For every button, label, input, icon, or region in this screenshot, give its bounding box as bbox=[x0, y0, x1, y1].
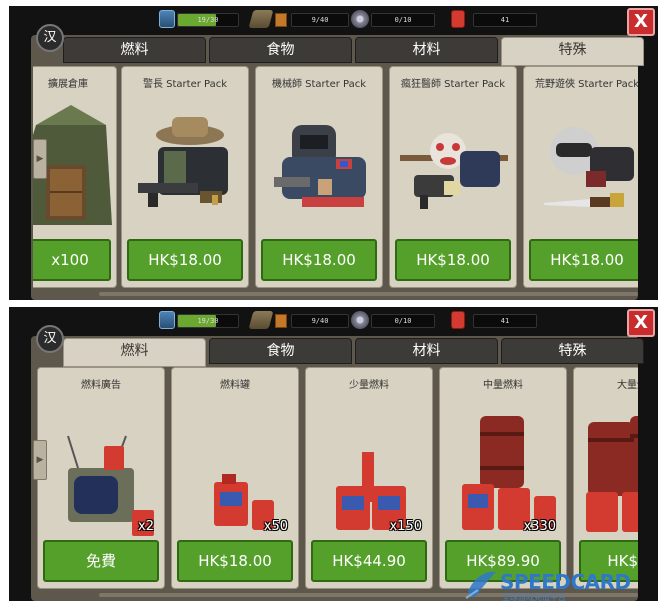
product-title: 警長 Starter Pack bbox=[142, 79, 228, 90]
product-title: 燃料廣告 bbox=[81, 380, 121, 391]
fuel-ad-icon: x2 bbox=[44, 396, 158, 536]
product-card[interactable]: 荒野遊俠 Starter Pack HK$18.00 bbox=[523, 66, 638, 288]
price-button[interactable]: HK$18.00 bbox=[177, 540, 293, 582]
watermark-brand: SPEEDCARD bbox=[500, 570, 631, 594]
quantity-label: x150 bbox=[389, 519, 422, 534]
price-button[interactable]: x100 bbox=[33, 239, 111, 281]
wood-icon bbox=[248, 10, 274, 28]
product-title: 荒野遊俠 Starter Pack bbox=[534, 79, 638, 90]
product-card[interactable]: 大量燃料 HK$179 bbox=[573, 367, 638, 589]
medium-fuel-icon: x330 bbox=[446, 396, 560, 536]
category-tabs: 燃料 食物 材料 特殊 bbox=[63, 37, 645, 66]
tab-materials[interactable]: 材料 bbox=[355, 37, 498, 63]
small-fuel-icon: x150 bbox=[312, 396, 426, 536]
parts-value: 0/10 bbox=[394, 16, 412, 24]
price-button[interactable]: HK$18.00 bbox=[529, 239, 638, 281]
fuel-value: 41 bbox=[500, 317, 510, 325]
price-button[interactable]: HK$18.00 bbox=[395, 239, 511, 281]
product-card[interactable]: 瘋狂醫師 Starter Pack HK$18.00 bbox=[389, 66, 517, 288]
price-button[interactable]: HK$18.00 bbox=[261, 239, 377, 281]
water-value: 19/30 bbox=[197, 317, 219, 325]
shop-panel-special: 19/30 9/40 0/10 41 X 汉 燃料 食物 材料 特殊 ▶ 擴展倉… bbox=[9, 6, 658, 300]
tab-materials[interactable]: 材料 bbox=[355, 338, 498, 364]
price-button[interactable]: HK$18.00 bbox=[127, 239, 243, 281]
fuel-can-icon bbox=[451, 311, 465, 329]
product-card[interactable]: 警長 Starter Pack HK$18.00 bbox=[121, 66, 249, 288]
product-title: 大量燃料 bbox=[617, 380, 638, 391]
crazy-doctor-pack-icon bbox=[396, 95, 510, 235]
fuel-can-icon: x50 bbox=[178, 396, 292, 536]
product-card[interactable]: 燃料廣告 x2 免費 bbox=[37, 367, 165, 589]
quantity-label: x2 bbox=[138, 519, 154, 534]
tab-food[interactable]: 食物 bbox=[209, 338, 352, 364]
category-tabs: 燃料 食物 材料 特殊 bbox=[63, 338, 645, 367]
quantity-label: x330 bbox=[523, 519, 556, 534]
resource-bar: 19/30 9/40 0/10 41 bbox=[155, 311, 612, 331]
materials-value: 9/40 bbox=[311, 16, 329, 24]
product-title: 擴展倉庫 bbox=[48, 79, 88, 90]
mechanic-pack-icon bbox=[262, 95, 376, 235]
crate-icon bbox=[275, 314, 287, 328]
fuel-value: 41 bbox=[500, 16, 510, 24]
product-title: 中量燃料 bbox=[483, 380, 523, 391]
product-card[interactable]: 中量燃料 x330 HK$89.90 bbox=[439, 367, 567, 589]
speedcard-watermark: SPEEDCARD 全球游戏充值平台 bbox=[464, 566, 660, 606]
gear-icon bbox=[351, 311, 369, 329]
crate-icon bbox=[275, 13, 287, 27]
gear-icon bbox=[351, 10, 369, 28]
product-list: 燃料廣告 x2 免費 燃料罐 x50 HK$18.00 少量燃料 x150 HK… bbox=[33, 367, 638, 592]
shop-panel-fuel: 19/30 9/40 0/10 41 X 汉 燃料 食物 材料 特殊 ▶ 燃料廣… bbox=[9, 307, 658, 601]
close-button[interactable]: X bbox=[627, 309, 655, 337]
tab-fuel[interactable]: 燃料 bbox=[63, 37, 206, 63]
price-button[interactable]: HK$44.90 bbox=[311, 540, 427, 582]
wood-icon bbox=[248, 311, 274, 329]
tab-special[interactable]: 特殊 bbox=[501, 37, 644, 66]
scroll-left-arrow[interactable]: ▶ bbox=[33, 440, 47, 480]
water-value: 19/30 bbox=[197, 16, 219, 24]
horizontal-scrollbar[interactable] bbox=[99, 292, 638, 296]
parts-value: 0/10 bbox=[394, 317, 412, 325]
tab-food[interactable]: 食物 bbox=[209, 37, 352, 63]
tab-special[interactable]: 特殊 bbox=[501, 338, 644, 364]
close-button[interactable]: X bbox=[627, 8, 655, 36]
product-title: 燃料罐 bbox=[220, 380, 250, 391]
sheriff-pack-icon bbox=[128, 95, 242, 235]
product-title: 瘋狂醫師 Starter Pack bbox=[400, 79, 506, 90]
product-title: 機械師 Starter Pack bbox=[271, 79, 367, 90]
materials-value: 9/40 bbox=[311, 317, 329, 325]
free-button[interactable]: 免費 bbox=[43, 540, 159, 582]
wasteland-ranger-pack-icon bbox=[530, 95, 638, 235]
tab-fuel[interactable]: 燃料 bbox=[63, 338, 206, 367]
resource-bar: 19/30 9/40 0/10 41 bbox=[155, 10, 612, 30]
product-list: 擴展倉庫 x100 警長 Starter Pack HK$18.00 機械師 S… bbox=[33, 66, 638, 291]
large-fuel-icon bbox=[580, 396, 638, 536]
product-card[interactable]: 機械師 Starter Pack HK$18.00 bbox=[255, 66, 383, 288]
scroll-left-arrow[interactable]: ▶ bbox=[33, 139, 47, 179]
product-card[interactable]: 燃料罐 x50 HK$18.00 bbox=[171, 367, 299, 589]
water-bottle-icon bbox=[159, 10, 175, 28]
watermark-subtitle: 全球游戏充值平台 bbox=[502, 593, 566, 602]
speedcard-logo-icon bbox=[465, 571, 496, 599]
product-title: 少量燃料 bbox=[349, 380, 389, 391]
product-card[interactable]: 少量燃料 x150 HK$44.90 bbox=[305, 367, 433, 589]
language-button[interactable]: 汉 bbox=[36, 325, 64, 353]
fuel-can-icon bbox=[451, 10, 465, 28]
quantity-label: x50 bbox=[263, 519, 288, 534]
language-button[interactable]: 汉 bbox=[36, 24, 64, 52]
water-bottle-icon bbox=[159, 311, 175, 329]
